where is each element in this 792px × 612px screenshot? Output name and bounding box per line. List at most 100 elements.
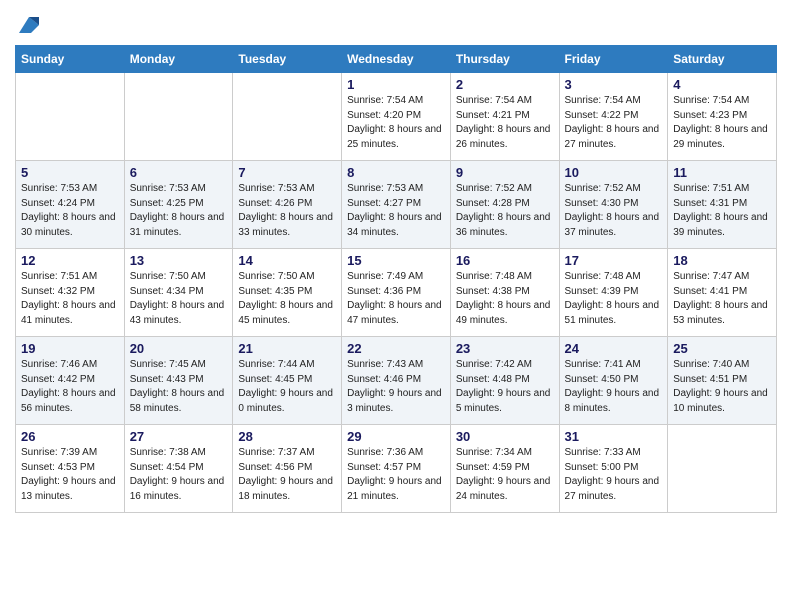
cell-info: Sunrise: 7:34 AM Sunset: 4:59 PM Dayligh…: [456, 446, 554, 504]
calendar-page: SundayMondayTuesdayWednesdayThursdayFrid…: [0, 0, 792, 528]
cell-info: Sunrise: 7:44 AM Sunset: 4:45 PM Dayligh…: [238, 358, 336, 416]
week-row-2: 5 Sunrise: 7:53 AM Sunset: 4:24 PM Daylig…: [16, 161, 777, 249]
calendar-cell: 6 Sunrise: 7:53 AM Sunset: 4:25 PM Daylig…: [124, 161, 233, 249]
day-number: 19: [21, 341, 119, 356]
weekday-header-thursday: Thursday: [450, 46, 559, 73]
calendar-table: SundayMondayTuesdayWednesdayThursdayFrid…: [15, 45, 777, 513]
calendar-cell: 9 Sunrise: 7:52 AM Sunset: 4:28 PM Daylig…: [450, 161, 559, 249]
calendar-cell: 1 Sunrise: 7:54 AM Sunset: 4:20 PM Daylig…: [342, 73, 451, 161]
cell-info: Sunrise: 7:50 AM Sunset: 4:34 PM Dayligh…: [130, 270, 228, 328]
weekday-header-row: SundayMondayTuesdayWednesdayThursdayFrid…: [16, 46, 777, 73]
cell-info: Sunrise: 7:52 AM Sunset: 4:30 PM Dayligh…: [565, 182, 663, 240]
day-number: 30: [456, 429, 554, 444]
calendar-cell: [124, 73, 233, 161]
cell-info: Sunrise: 7:45 AM Sunset: 4:43 PM Dayligh…: [130, 358, 228, 416]
calendar-cell: 29 Sunrise: 7:36 AM Sunset: 4:57 PM Dayli…: [342, 425, 451, 513]
day-number: 14: [238, 253, 336, 268]
week-row-5: 26 Sunrise: 7:39 AM Sunset: 4:53 PM Dayli…: [16, 425, 777, 513]
day-number: 18: [673, 253, 771, 268]
calendar-cell: 21 Sunrise: 7:44 AM Sunset: 4:45 PM Dayli…: [233, 337, 342, 425]
calendar-cell: 26 Sunrise: 7:39 AM Sunset: 4:53 PM Dayli…: [16, 425, 125, 513]
day-number: 4: [673, 77, 771, 92]
calendar-cell: [668, 425, 777, 513]
calendar-cell: 27 Sunrise: 7:38 AM Sunset: 4:54 PM Dayli…: [124, 425, 233, 513]
cell-info: Sunrise: 7:53 AM Sunset: 4:27 PM Dayligh…: [347, 182, 445, 240]
calendar-cell: 16Sunrise: 7:48 AM Sunset: 4:38 PM Dayli…: [450, 249, 559, 337]
calendar-cell: 11Sunrise: 7:51 AM Sunset: 4:31 PM Dayli…: [668, 161, 777, 249]
day-number: 22: [347, 341, 445, 356]
logo-icon: [17, 15, 39, 37]
calendar-cell: 22Sunrise: 7:43 AM Sunset: 4:46 PM Dayli…: [342, 337, 451, 425]
day-number: 26: [21, 429, 119, 444]
cell-info: Sunrise: 7:54 AM Sunset: 4:20 PM Dayligh…: [347, 94, 445, 152]
cell-info: Sunrise: 7:49 AM Sunset: 4:36 PM Dayligh…: [347, 270, 445, 328]
day-number: 29: [347, 429, 445, 444]
calendar-cell: 2 Sunrise: 7:54 AM Sunset: 4:21 PM Daylig…: [450, 73, 559, 161]
cell-info: Sunrise: 7:47 AM Sunset: 4:41 PM Dayligh…: [673, 270, 771, 328]
calendar-cell: 5 Sunrise: 7:53 AM Sunset: 4:24 PM Daylig…: [16, 161, 125, 249]
day-number: 2: [456, 77, 554, 92]
weekday-header-friday: Friday: [559, 46, 668, 73]
day-number: 3: [565, 77, 663, 92]
calendar-cell: 24 Sunrise: 7:41 AM Sunset: 4:50 PM Dayli…: [559, 337, 668, 425]
day-number: 17: [565, 253, 663, 268]
calendar-cell: 7 Sunrise: 7:53 AM Sunset: 4:26 PM Daylig…: [233, 161, 342, 249]
cell-info: Sunrise: 7:54 AM Sunset: 4:23 PM Dayligh…: [673, 94, 771, 152]
cell-info: Sunrise: 7:54 AM Sunset: 4:21 PM Dayligh…: [456, 94, 554, 152]
day-number: 23: [456, 341, 554, 356]
day-number: 24: [565, 341, 663, 356]
cell-info: Sunrise: 7:41 AM Sunset: 4:50 PM Dayligh…: [565, 358, 663, 416]
day-number: 28: [238, 429, 336, 444]
calendar-cell: 4 Sunrise: 7:54 AM Sunset: 4:23 PM Daylig…: [668, 73, 777, 161]
cell-info: Sunrise: 7:50 AM Sunset: 4:35 PM Dayligh…: [238, 270, 336, 328]
day-number: 1: [347, 77, 445, 92]
weekday-header-sunday: Sunday: [16, 46, 125, 73]
day-number: 10: [565, 165, 663, 180]
calendar-cell: 3 Sunrise: 7:54 AM Sunset: 4:22 PM Daylig…: [559, 73, 668, 161]
header: [15, 10, 777, 37]
calendar-cell: 30 Sunrise: 7:34 AM Sunset: 4:59 PM Dayli…: [450, 425, 559, 513]
calendar-cell: 14 Sunrise: 7:50 AM Sunset: 4:35 PM Dayli…: [233, 249, 342, 337]
day-number: 9: [456, 165, 554, 180]
cell-info: Sunrise: 7:52 AM Sunset: 4:28 PM Dayligh…: [456, 182, 554, 240]
day-number: 21: [238, 341, 336, 356]
calendar-cell: 25 Sunrise: 7:40 AM Sunset: 4:51 PM Dayli…: [668, 337, 777, 425]
calendar-cell: 10 Sunrise: 7:52 AM Sunset: 4:30 PM Dayli…: [559, 161, 668, 249]
cell-info: Sunrise: 7:39 AM Sunset: 4:53 PM Dayligh…: [21, 446, 119, 504]
cell-info: Sunrise: 7:33 AM Sunset: 5:00 PM Dayligh…: [565, 446, 663, 504]
weekday-header-monday: Monday: [124, 46, 233, 73]
day-number: 27: [130, 429, 228, 444]
cell-info: Sunrise: 7:54 AM Sunset: 4:22 PM Dayligh…: [565, 94, 663, 152]
week-row-1: 1 Sunrise: 7:54 AM Sunset: 4:20 PM Daylig…: [16, 73, 777, 161]
day-number: 5: [21, 165, 119, 180]
day-number: 15: [347, 253, 445, 268]
day-number: 25: [673, 341, 771, 356]
calendar-cell: 13 Sunrise: 7:50 AM Sunset: 4:34 PM Dayli…: [124, 249, 233, 337]
cell-info: Sunrise: 7:53 AM Sunset: 4:26 PM Dayligh…: [238, 182, 336, 240]
calendar-cell: 19Sunrise: 7:46 AM Sunset: 4:42 PM Dayli…: [16, 337, 125, 425]
cell-info: Sunrise: 7:48 AM Sunset: 4:39 PM Dayligh…: [565, 270, 663, 328]
cell-info: Sunrise: 7:53 AM Sunset: 4:24 PM Dayligh…: [21, 182, 119, 240]
cell-info: Sunrise: 7:51 AM Sunset: 4:32 PM Dayligh…: [21, 270, 119, 328]
cell-info: Sunrise: 7:38 AM Sunset: 4:54 PM Dayligh…: [130, 446, 228, 504]
logo: [15, 10, 39, 37]
day-number: 31: [565, 429, 663, 444]
day-number: 6: [130, 165, 228, 180]
cell-info: Sunrise: 7:42 AM Sunset: 4:48 PM Dayligh…: [456, 358, 554, 416]
day-number: 11: [673, 165, 771, 180]
calendar-cell: 12 Sunrise: 7:51 AM Sunset: 4:32 PM Dayli…: [16, 249, 125, 337]
day-number: 13: [130, 253, 228, 268]
cell-info: Sunrise: 7:36 AM Sunset: 4:57 PM Dayligh…: [347, 446, 445, 504]
cell-info: Sunrise: 7:48 AM Sunset: 4:38 PM Dayligh…: [456, 270, 554, 328]
day-number: 20: [130, 341, 228, 356]
calendar-cell: [233, 73, 342, 161]
calendar-cell: 17 Sunrise: 7:48 AM Sunset: 4:39 PM Dayli…: [559, 249, 668, 337]
weekday-header-wednesday: Wednesday: [342, 46, 451, 73]
cell-info: Sunrise: 7:40 AM Sunset: 4:51 PM Dayligh…: [673, 358, 771, 416]
calendar-cell: 20 Sunrise: 7:45 AM Sunset: 4:43 PM Dayli…: [124, 337, 233, 425]
week-row-3: 12 Sunrise: 7:51 AM Sunset: 4:32 PM Dayli…: [16, 249, 777, 337]
week-row-4: 19Sunrise: 7:46 AM Sunset: 4:42 PM Dayli…: [16, 337, 777, 425]
day-number: 12: [21, 253, 119, 268]
cell-info: Sunrise: 7:53 AM Sunset: 4:25 PM Dayligh…: [130, 182, 228, 240]
day-number: 7: [238, 165, 336, 180]
